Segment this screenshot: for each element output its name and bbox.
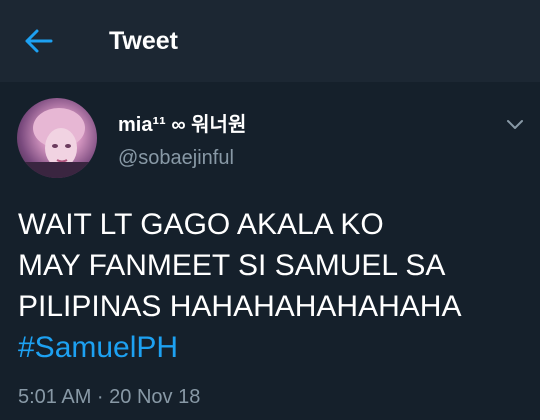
tweet-text-line: WAIT LT GAGO AKALA KO [18,208,384,241]
tweet-card: mia¹¹ ∞ 워너원 @sobaejinful WAIT LT GAGO AK… [0,82,540,420]
chevron-down-icon [507,120,523,129]
avatar-image [17,108,97,178]
avatar[interactable] [17,98,97,178]
display-name[interactable]: mia¹¹ ∞ 워너원 [118,112,246,138]
hashtag-link[interactable]: #SamuelPH [18,331,178,364]
tweet-text: WAIT LT GAGO AKALA KO MAY FANMEET SI SAM… [18,204,528,368]
tweet-menu-button[interactable] [502,112,528,138]
username[interactable]: @sobaejinful [118,145,234,171]
tweet-text-line: PILIPINAS HAHAHAHAHAHAHA [18,290,462,323]
page-title: Tweet [109,27,178,55]
tweet-timestamp[interactable]: 5:01 AM · 20 Nov 18 [18,384,200,410]
arrow-left-icon [25,29,53,53]
top-bar: Tweet [0,0,540,82]
back-button[interactable] [18,23,58,59]
tweet-text-line: MAY FANMEET SI SAMUEL SA [18,249,446,282]
